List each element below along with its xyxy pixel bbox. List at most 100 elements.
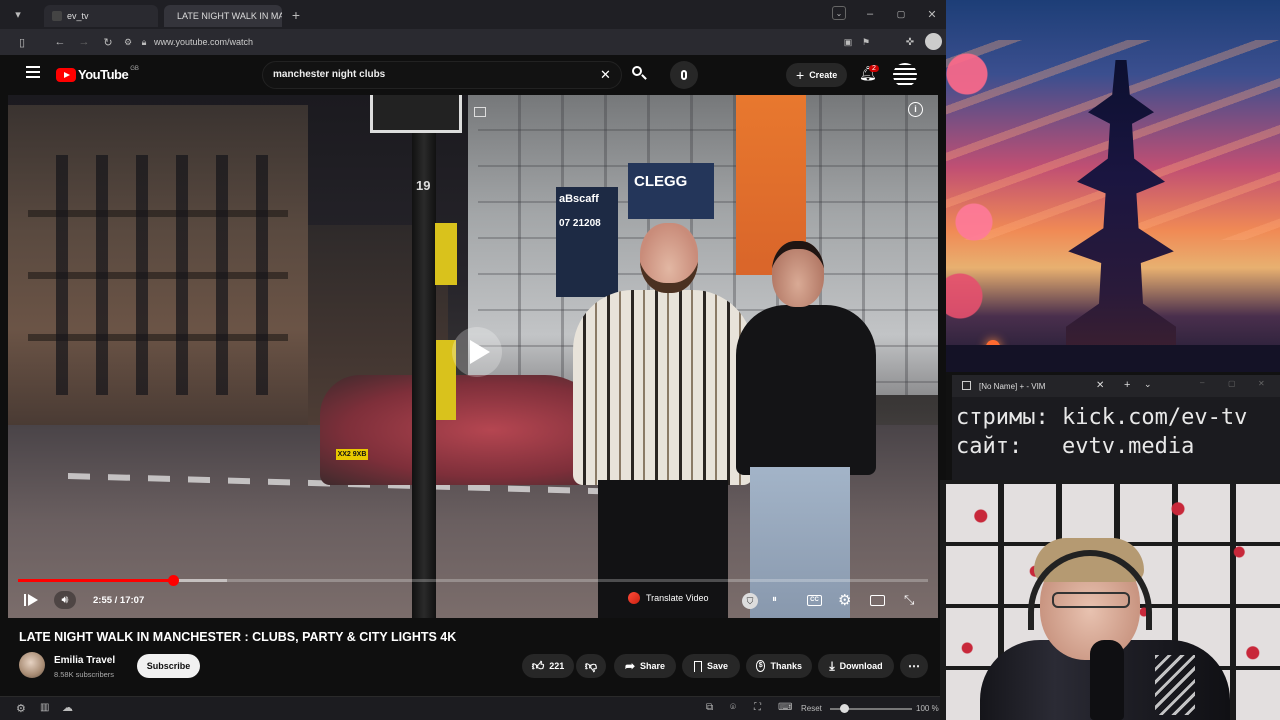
pause-autoplay-icon[interactable]: ⏸︎ xyxy=(772,594,777,605)
youtube-header: YouTube GB manchester night clubs ✕ + Cr… xyxy=(0,55,946,95)
panel-icon[interactable]: ▥ xyxy=(40,702,49,713)
extensions-icon[interactable]: ✜ xyxy=(902,34,918,50)
create-button[interactable]: + Create xyxy=(786,63,848,87)
vim-titlebar: [No Name] + - VIM ✕ + ⌄ – ▢ ✕ xyxy=(952,375,1280,397)
subtitles-icon[interactable]: CC xyxy=(807,595,822,606)
channel-name[interactable]: Emilia Travel xyxy=(54,655,115,666)
play-triangle-icon xyxy=(470,340,490,364)
scene-banner-scaff: aBscaff 07 21208 xyxy=(556,187,618,297)
banner-clegg-text: CLEGG xyxy=(634,173,688,190)
tab-search-icon[interactable]: ⌄ xyxy=(832,6,846,20)
plate-text: XX2 9XB xyxy=(337,451,367,458)
progress-scrubber[interactable] xyxy=(167,575,179,586)
close-window-icon[interactable]: ✕ xyxy=(924,6,940,22)
channel-avatar[interactable] xyxy=(19,652,45,678)
reader-icon[interactable]: ▣ xyxy=(840,34,856,50)
camera-icon[interactable]: ⌾ xyxy=(730,702,736,713)
create-label: Create xyxy=(809,70,838,80)
scene-yellow-box xyxy=(435,223,457,285)
lock-icon: 🔒︎ xyxy=(141,36,147,47)
thanks-button[interactable]: $ Thanks xyxy=(746,654,812,678)
clear-search-icon[interactable]: ✕ xyxy=(600,67,611,83)
vim-tab-dropdown-icon[interactable]: ⌄ xyxy=(1144,379,1152,390)
vim-maximize-icon[interactable]: ▢ xyxy=(1228,379,1236,388)
notifications-badge: 2 xyxy=(869,65,879,72)
scene-person-right-head xyxy=(772,241,824,307)
reload-icon[interactable]: ↻ xyxy=(100,34,116,50)
more-dots-icon: ⋯ xyxy=(908,659,920,673)
account-icon[interactable] xyxy=(893,63,917,87)
plus-icon: + xyxy=(796,67,805,83)
save-button[interactable]: Save xyxy=(682,654,740,678)
page-actions-icon[interactable]: ⌨ xyxy=(778,702,792,713)
search-input[interactable]: manchester night clubs xyxy=(262,61,622,89)
scene-person-right-shirt xyxy=(736,305,876,475)
scene-left-windows xyxy=(28,155,288,395)
progress-bar[interactable] xyxy=(18,575,928,586)
progress-played xyxy=(18,579,173,582)
microphone-icon xyxy=(1090,640,1124,720)
like-button[interactable]: 👍︎ 221 xyxy=(522,654,574,678)
scene-plate: XX2 9XB xyxy=(336,449,368,460)
vim-app-icon xyxy=(962,381,971,390)
banner-phone-text: 07 21208 xyxy=(559,218,601,229)
zoom-slider[interactable] xyxy=(830,704,912,713)
site-info-icon[interactable]: ⚙ xyxy=(120,34,136,50)
play-pause-icon[interactable] xyxy=(24,593,38,607)
cloud-icon[interactable]: ☁ xyxy=(62,701,73,714)
zoom-slider-knob[interactable] xyxy=(840,704,849,713)
translate-video-button[interactable]: Translate Video xyxy=(628,592,709,604)
more-actions-button[interactable]: ⋯ xyxy=(900,654,928,678)
vim-new-tab-icon[interactable]: + xyxy=(1124,379,1130,391)
video-player[interactable]: aBscaff 07 21208 CLEGG XX2 9XB 19 i 🔊︎ 2… xyxy=(8,95,938,618)
hamburger-menu-icon[interactable] xyxy=(26,66,40,78)
miniplayer-icon[interactable] xyxy=(870,595,885,606)
vim-tab-close-icon[interactable]: ✕ xyxy=(1096,380,1104,391)
minimize-icon[interactable]: – xyxy=(862,6,878,22)
tab-label: ev_tv xyxy=(67,10,89,21)
profile-avatar[interactable] xyxy=(925,33,942,50)
vim-minimize-icon[interactable]: – xyxy=(1200,378,1204,387)
download-button[interactable]: ⤓ Download xyxy=(818,654,894,678)
youtube-logo[interactable]: YouTube GB xyxy=(56,66,139,82)
cherry-blossom-left xyxy=(946,0,1016,370)
miniplayer-hint-icon[interactable] xyxy=(474,107,486,117)
volume-icon[interactable]: 🔊︎ xyxy=(54,591,76,609)
thanks-icon: $ xyxy=(756,660,766,672)
settings-gear-icon[interactable]: ⚙ xyxy=(838,591,851,609)
capture-icon[interactable]: ⧉ xyxy=(706,702,713,713)
pagoda-artwork xyxy=(946,0,1280,372)
sidebar-toggle-icon[interactable]: ▯ xyxy=(14,34,30,50)
big-play-button[interactable] xyxy=(452,327,502,377)
settings-icon[interactable]: ⚙ xyxy=(16,702,26,715)
new-tab-icon[interactable]: + xyxy=(288,7,304,23)
back-icon[interactable]: ← xyxy=(52,34,68,50)
voice-search-button[interactable] xyxy=(670,61,698,89)
subscriber-count: 8.58K subscribers xyxy=(54,670,115,679)
webcam-feed xyxy=(940,480,1280,720)
tab-ev-tv[interactable]: ev_tv xyxy=(44,4,158,27)
browser-status-bar: ⚙ ▥ ☁ ⧉ ⌾ ⛶ ⌨ Reset 100 % xyxy=(0,696,946,720)
youtube-play-logo-icon xyxy=(56,67,76,82)
forward-icon[interactable]: → xyxy=(76,34,92,50)
share-button[interactable]: ➦ Share xyxy=(614,654,676,678)
zoom-reset-button[interactable]: Reset xyxy=(801,704,822,713)
tab-youtube-video[interactable]: LATE NIGHT WALK IN MAI xyxy=(164,4,282,27)
url-text[interactable]: www.youtube.com/watch xyxy=(154,37,253,47)
scene-person-left-head xyxy=(640,223,698,293)
save-bookmark-icon xyxy=(693,660,702,672)
search-icon[interactable] xyxy=(630,64,648,82)
bookmark-icon[interactable]: ⚑ xyxy=(858,34,874,50)
browser-menu-icon[interactable]: ▾ xyxy=(10,7,26,23)
dislike-button[interactable]: 👎︎ xyxy=(576,654,606,678)
tab-favicon-icon xyxy=(52,10,62,21)
shield-icon[interactable]: ⛉ xyxy=(742,593,758,609)
tile-icon[interactable]: ⛶ xyxy=(754,702,761,713)
vim-close-icon[interactable]: ✕ xyxy=(1258,379,1265,388)
maximize-icon[interactable]: ▢ xyxy=(893,6,909,22)
subscribe-button[interactable]: Subscribe xyxy=(137,654,200,678)
fullscreen-icon[interactable]: ⤡ xyxy=(904,592,914,608)
like-count: 221 xyxy=(549,661,565,671)
scene-signal-box xyxy=(370,95,462,133)
video-info-icon[interactable]: i xyxy=(908,102,923,117)
